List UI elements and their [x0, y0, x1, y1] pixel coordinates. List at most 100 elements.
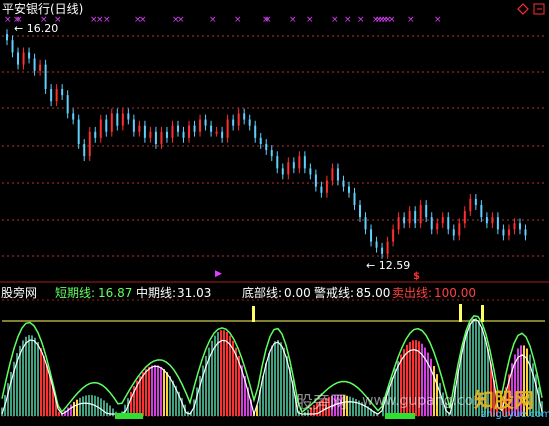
- signal-arrow-icon: ▶: [215, 269, 222, 279]
- candle-body: [176, 125, 179, 132]
- signal-marker-x: ×: [103, 15, 111, 25]
- short-line-value: 16.87: [98, 286, 133, 300]
- watermark-logo-sub: zhiguyue.com: [481, 409, 549, 420]
- candle-body: [447, 217, 450, 230]
- candle-body: [524, 229, 527, 236]
- alert-line-value: 85.00: [356, 286, 391, 300]
- stock-title: 平安银行(日线): [2, 2, 84, 16]
- candle-body: [502, 229, 505, 236]
- alert-spike: [481, 305, 484, 322]
- candle-body: [314, 174, 317, 187]
- signal-marker-x: ×: [306, 15, 314, 25]
- arrow-left-icon: ←: [14, 22, 24, 35]
- candle-body: [77, 119, 80, 144]
- candle-body: [336, 168, 339, 181]
- candle-body: [138, 125, 141, 132]
- candle-body: [182, 131, 185, 138]
- candle-body: [298, 156, 301, 169]
- alert-spike: [252, 306, 255, 322]
- candle-body: [309, 168, 312, 175]
- candle-body: [61, 89, 64, 96]
- candle-body: [127, 113, 130, 120]
- collapse-up-icon[interactable]: [517, 3, 529, 15]
- candle-body: [441, 217, 444, 224]
- candle-body: [265, 143, 268, 151]
- candle-body: [232, 119, 235, 126]
- candle-body: [331, 168, 334, 181]
- signal-marker-x: ×: [264, 15, 272, 25]
- signal-marker-x: ×: [289, 15, 297, 25]
- candle-body: [342, 180, 345, 187]
- candle-body: [72, 113, 75, 120]
- candle-body: [121, 113, 124, 126]
- candle-body: [320, 186, 323, 193]
- indicator-legend: 股旁网 短期线: 16.87 中期线: 31.03 底部线: 0.00 警戒线:…: [0, 285, 549, 301]
- candle-body: [215, 131, 218, 134]
- candle-body: [226, 119, 229, 138]
- alert-line-label: 警戒线:: [314, 286, 355, 300]
- candle-body: [370, 229, 373, 242]
- signal-marker-x: ×: [331, 15, 339, 25]
- candle-body: [94, 131, 97, 138]
- sell-line-label: 卖出线:: [392, 286, 433, 300]
- signal-marker-x: ×: [357, 15, 365, 25]
- candle-body: [132, 119, 135, 132]
- candle-body: [105, 119, 108, 132]
- candle-body: [353, 192, 356, 205]
- kline-chart-window[interactable]: × × × × × × × × × × × × × × × × × × × × × × × × × × × × × ▶ $ 平安银行(日线)…: [0, 0, 549, 426]
- candle-body: [507, 229, 510, 236]
- indicator-name[interactable]: 股旁网: [1, 285, 37, 301]
- candle-body: [154, 131, 157, 144]
- candle-body: [480, 204, 483, 218]
- expand-panel-icon[interactable]: [533, 3, 545, 15]
- candle-body: [452, 229, 455, 236]
- candle-body: [165, 131, 168, 138]
- candle-body: [276, 156, 279, 169]
- candle-body: [270, 150, 273, 157]
- signal-marker-x: ×: [4, 15, 12, 25]
- signal-marker-x: ×: [234, 15, 242, 25]
- mid-line-value: 31.03: [177, 286, 212, 300]
- candle-body: [193, 125, 196, 132]
- signal-marker-x: ×: [407, 15, 415, 25]
- candle-body: [221, 131, 224, 138]
- candle-body: [469, 198, 472, 212]
- watermark-site-name: 股旁网: [296, 393, 347, 413]
- chart-canvas[interactable]: × ×× × × ×× × ×× ×× × × ×× × × × × × ×××××× × ×▶ $: [0, 0, 549, 426]
- candle-body: [403, 217, 406, 224]
- candle-body: [199, 119, 202, 132]
- candle-body: [143, 125, 146, 138]
- mid-line-label: 中期线:: [136, 286, 177, 300]
- candle-body: [50, 89, 53, 102]
- candle-body: [17, 52, 20, 65]
- candle-body: [347, 186, 350, 193]
- candle-body: [66, 95, 69, 114]
- candle-body: [430, 217, 433, 230]
- candle-body: [204, 119, 207, 126]
- candle-body: [408, 211, 411, 224]
- candle-body: [33, 58, 36, 71]
- high-price-label: ← 16.20: [14, 22, 59, 35]
- candle-body: [259, 137, 262, 144]
- candle-body: [11, 40, 14, 53]
- candle-body: [6, 34, 8, 41]
- candle-body: [171, 125, 174, 138]
- bottom-line-label: 底部线:: [242, 286, 283, 300]
- signal-marker-x: ×: [177, 15, 185, 25]
- candle-body: [28, 52, 31, 59]
- candle-body: [243, 113, 246, 120]
- candle-body: [375, 241, 378, 248]
- candle-body: [485, 217, 488, 224]
- candle-body: [160, 131, 163, 144]
- candle-body: [364, 217, 367, 230]
- watermark-url: www.gupang.com: [362, 393, 487, 409]
- candle-body: [491, 217, 494, 224]
- signal-marker-x: ×: [388, 15, 396, 25]
- candle-body: [386, 241, 389, 254]
- bottom-line-value: 0.00: [284, 286, 311, 300]
- candle-body: [116, 113, 119, 126]
- alert-spike: [459, 304, 462, 322]
- candle-body: [99, 119, 102, 138]
- candle-body: [39, 64, 42, 71]
- candle-body: [325, 180, 328, 193]
